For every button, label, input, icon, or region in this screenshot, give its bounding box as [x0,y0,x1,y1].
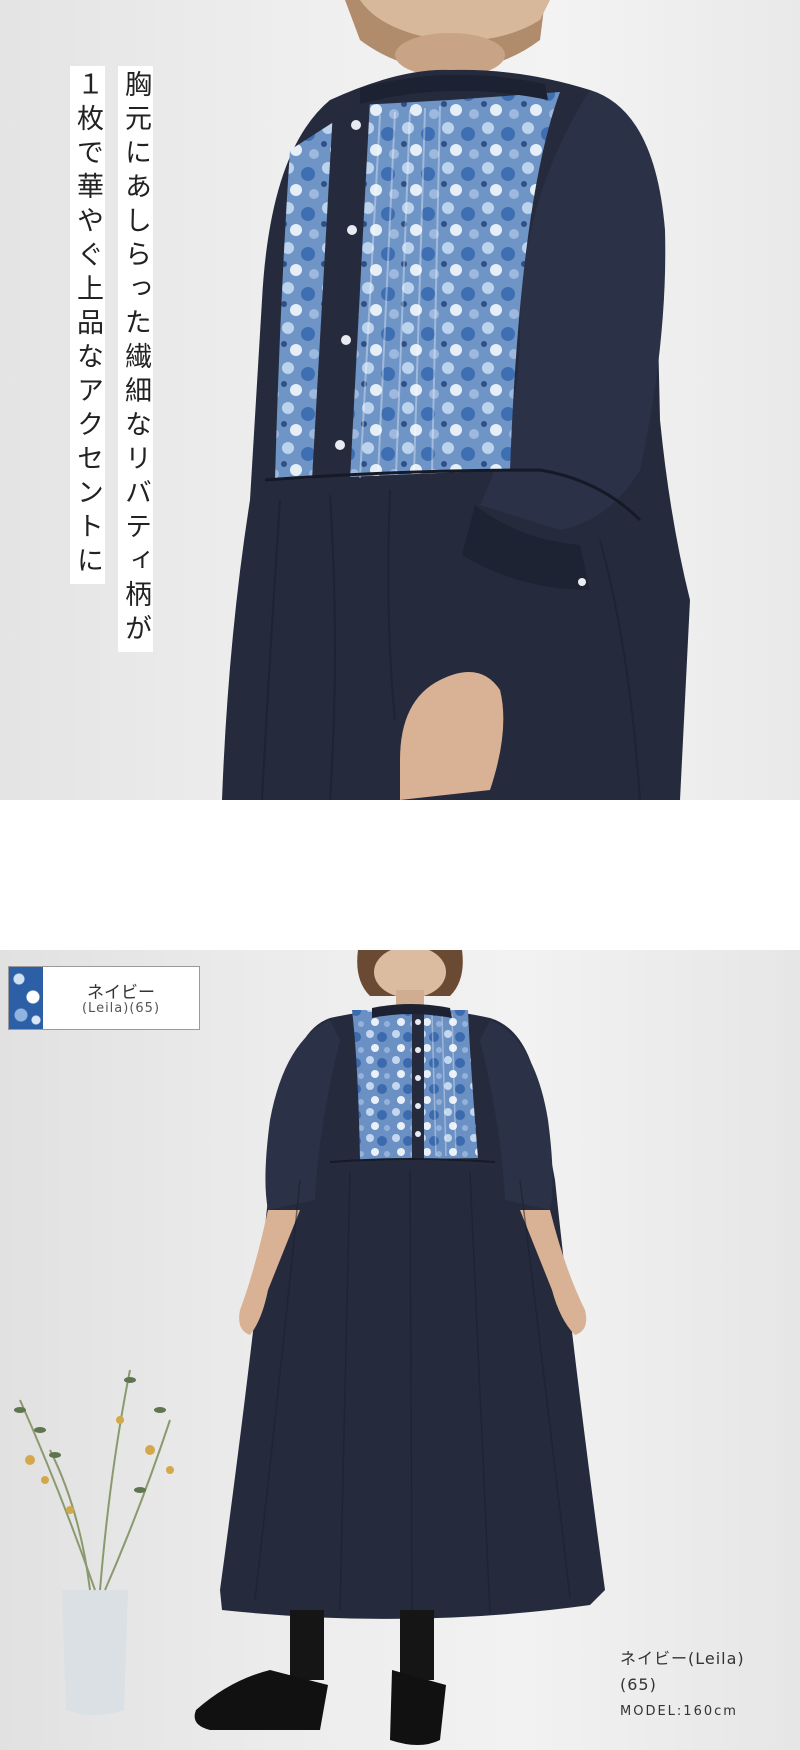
color-code: (Leila)(65) [81,1001,161,1016]
color-name-label: ネイビー (Leila)(65) [8,966,200,1030]
detail-photo: 胸元にあしらった繊細なリバティ柄が １枚で華やぐ上品なアクセントに [0,0,800,800]
photo-caption: ネイビー(Leila) (65) MODEL:160cm [620,1646,745,1719]
caption-model-height: MODEL:160cm [620,1704,738,1719]
full-length-photo: ネイビー (Leila)(65) ネイビー(Leila) (65) MODEL:… [0,950,800,1750]
caption-color: ネイビー(Leila) [620,1649,745,1668]
headline-vertical-line-2: １枚で華やぐ上品なアクセントに [70,66,105,584]
fabric-swatch [9,967,43,1029]
headline-vertical-line-1: 胸元にあしらった繊細なリバティ柄が [118,66,153,652]
color-name: ネイビー [87,983,155,1003]
caption-number: (65) [620,1675,657,1694]
model-full-dress-illustration [14,950,605,1745]
